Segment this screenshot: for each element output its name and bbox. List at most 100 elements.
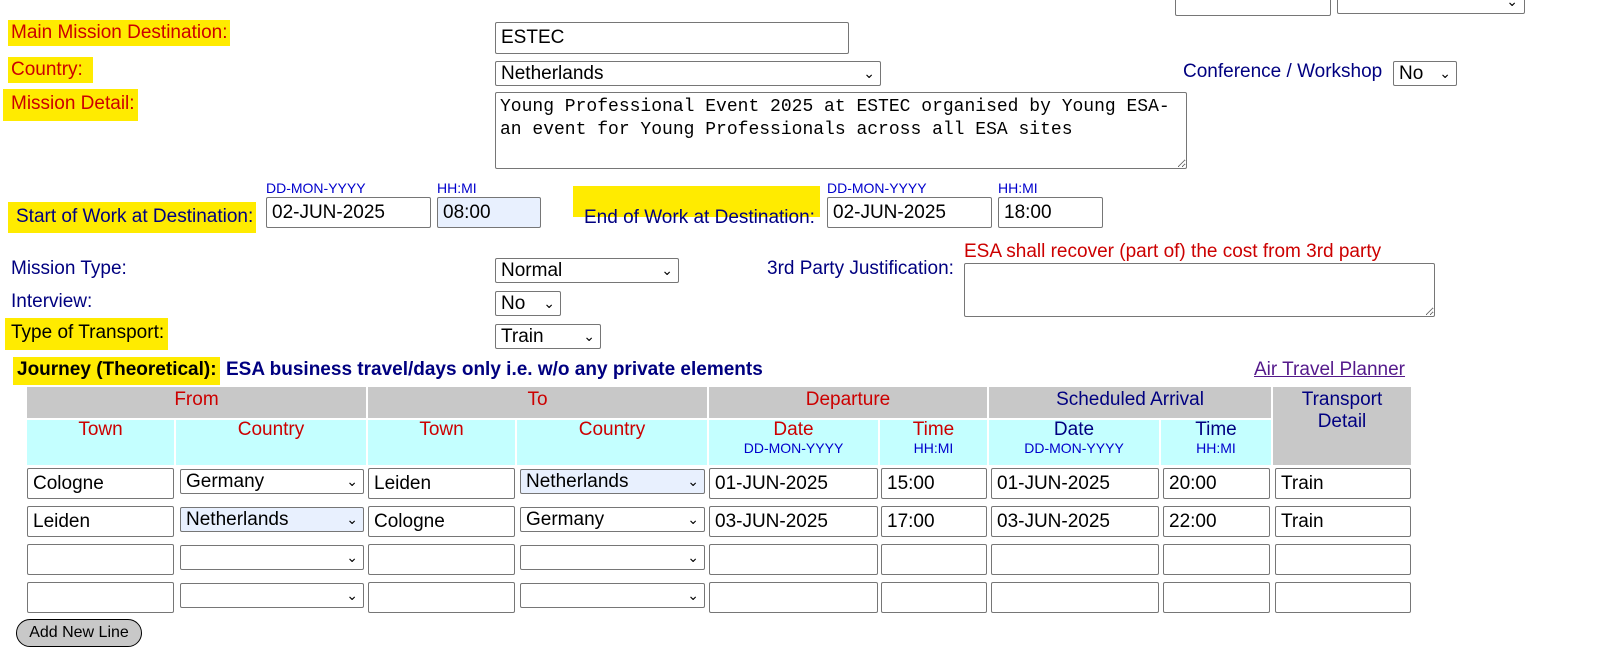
top-partial-select[interactable]: ⌄ xyxy=(1337,0,1525,14)
start-date-input[interactable] xyxy=(266,197,431,228)
transport-select[interactable]: Train ⌄ xyxy=(495,324,601,349)
arr-date-input[interactable] xyxy=(991,544,1159,575)
to-country-value: Netherlands xyxy=(526,470,629,492)
top-partial-input[interactable] xyxy=(1175,0,1331,16)
conference-select-value: No xyxy=(1399,62,1424,84)
mission-detail-textarea[interactable]: Young Professional Event 2025 at ESTEC o… xyxy=(495,92,1187,169)
to-town-header: Town xyxy=(368,420,515,465)
arr-time-input[interactable] xyxy=(1163,468,1270,499)
conference-select[interactable]: No ⌄ xyxy=(1393,61,1457,86)
journey-label: Journey (Theoretical): xyxy=(13,357,220,385)
arr-time-input[interactable] xyxy=(1163,544,1270,575)
mission-type-label: Mission Type: xyxy=(11,258,127,279)
chevron-down-icon: ⌄ xyxy=(687,587,699,603)
arr-time-input[interactable] xyxy=(1163,582,1270,613)
transport-input[interactable] xyxy=(1275,582,1411,613)
from-country-select[interactable]: Netherlands ⌄ xyxy=(180,507,364,532)
start-date-hint: DD-MON-YYYY xyxy=(266,180,366,196)
end-date-input[interactable] xyxy=(827,197,992,228)
from-country-header: Country xyxy=(176,420,366,465)
interview-value: No xyxy=(501,292,526,314)
dep-date-input[interactable] xyxy=(709,544,878,575)
from-town-input[interactable] xyxy=(27,468,174,499)
end-time-hint: HH:MI xyxy=(998,180,1038,196)
to-country-select[interactable]: ⌄ xyxy=(520,545,705,570)
arr-date-header: Date DD-MON-YYYY xyxy=(989,420,1159,465)
departure-group-header: Departure xyxy=(709,387,987,418)
arr-time-header: Time HH:MI xyxy=(1161,420,1271,465)
from-town-input[interactable] xyxy=(27,506,174,537)
chevron-down-icon: ⌄ xyxy=(1506,0,1518,9)
dep-time-header: Time HH:MI xyxy=(880,420,987,465)
dep-time-input[interactable] xyxy=(881,544,987,575)
dep-date-input[interactable] xyxy=(709,582,878,613)
arr-date-input[interactable] xyxy=(991,506,1159,537)
end-date-hint: DD-MON-YYYY xyxy=(827,180,927,196)
mission-detail-label: Mission Detail: xyxy=(3,89,138,121)
from-town-header: Town xyxy=(27,420,174,465)
end-work-label: End of Work at Destination: xyxy=(584,207,815,228)
interview-label: Interview: xyxy=(11,291,93,312)
country-select[interactable]: Netherlands ⌄ xyxy=(495,61,881,86)
third-party-note: ESA shall recover (part of) the cost fro… xyxy=(964,241,1382,262)
transport-value: Train xyxy=(501,325,544,347)
chevron-down-icon: ⌄ xyxy=(661,262,673,278)
to-country-select[interactable]: Netherlands ⌄ xyxy=(520,469,705,494)
start-time-hint: HH:MI xyxy=(437,180,477,196)
from-country-select[interactable]: Germany ⌄ xyxy=(180,469,364,494)
to-town-input[interactable] xyxy=(368,506,515,537)
chevron-down-icon: ⌄ xyxy=(863,65,875,81)
end-time-input[interactable] xyxy=(998,197,1103,228)
chevron-down-icon: ⌄ xyxy=(687,473,699,489)
transport-input[interactable] xyxy=(1275,468,1411,499)
to-town-input[interactable] xyxy=(368,582,515,613)
to-town-input[interactable] xyxy=(368,468,515,499)
air-travel-planner-link[interactable]: Air Travel Planner xyxy=(1254,359,1405,381)
dep-date-input[interactable] xyxy=(709,506,878,537)
chevron-down-icon: ⌄ xyxy=(583,328,595,344)
interview-select[interactable]: No ⌄ xyxy=(495,291,561,316)
add-new-line-button[interactable]: Add New Line xyxy=(16,619,142,647)
main-destination-input[interactable] xyxy=(495,22,849,54)
start-work-label: Start of Work at Destination: xyxy=(8,202,257,233)
transport-label: Type of Transport: xyxy=(5,318,169,350)
to-group-header: To xyxy=(368,387,707,418)
chevron-down-icon: ⌄ xyxy=(346,587,358,603)
to-country-header: Country xyxy=(517,420,707,465)
dep-time-input[interactable] xyxy=(881,506,987,537)
dep-time-input[interactable] xyxy=(881,582,987,613)
chevron-down-icon: ⌄ xyxy=(687,511,699,527)
to-country-value: Germany xyxy=(526,508,605,530)
to-country-select[interactable]: ⌄ xyxy=(520,583,705,608)
from-town-input[interactable] xyxy=(27,544,174,575)
to-country-select[interactable]: Germany ⌄ xyxy=(520,507,705,532)
country-select-value: Netherlands xyxy=(501,62,604,84)
country-label: Country: xyxy=(8,57,93,83)
chevron-down-icon: ⌄ xyxy=(687,549,699,565)
arr-date-input[interactable] xyxy=(991,582,1159,613)
dep-date-input[interactable] xyxy=(709,468,878,499)
from-town-input[interactable] xyxy=(27,582,174,613)
from-country-select[interactable]: ⌄ xyxy=(180,583,364,608)
transport-input[interactable] xyxy=(1275,506,1411,537)
chevron-down-icon: ⌄ xyxy=(346,511,358,527)
chevron-down-icon: ⌄ xyxy=(543,295,555,311)
chevron-down-icon: ⌄ xyxy=(346,473,358,489)
from-country-select[interactable]: ⌄ xyxy=(180,545,364,570)
arr-date-input[interactable] xyxy=(991,468,1159,499)
mission-type-select[interactable]: Normal ⌄ xyxy=(495,258,679,283)
dep-time-input[interactable] xyxy=(881,468,987,499)
arrival-group-header: Scheduled Arrival xyxy=(989,387,1271,418)
to-town-input[interactable] xyxy=(368,544,515,575)
mission-type-value: Normal xyxy=(501,259,563,281)
main-destination-label: Main Mission Destination: xyxy=(8,20,231,46)
transport-detail-header: Transport Detail xyxy=(1273,387,1411,465)
dep-date-header: Date DD-MON-YYYY xyxy=(709,420,878,465)
transport-input[interactable] xyxy=(1275,544,1411,575)
from-group-header: From xyxy=(27,387,366,418)
from-country-value: Netherlands xyxy=(186,508,289,530)
third-party-textarea[interactable] xyxy=(964,263,1435,317)
chevron-down-icon: ⌄ xyxy=(346,549,358,565)
start-time-input[interactable] xyxy=(437,197,541,228)
arr-time-input[interactable] xyxy=(1163,506,1270,537)
